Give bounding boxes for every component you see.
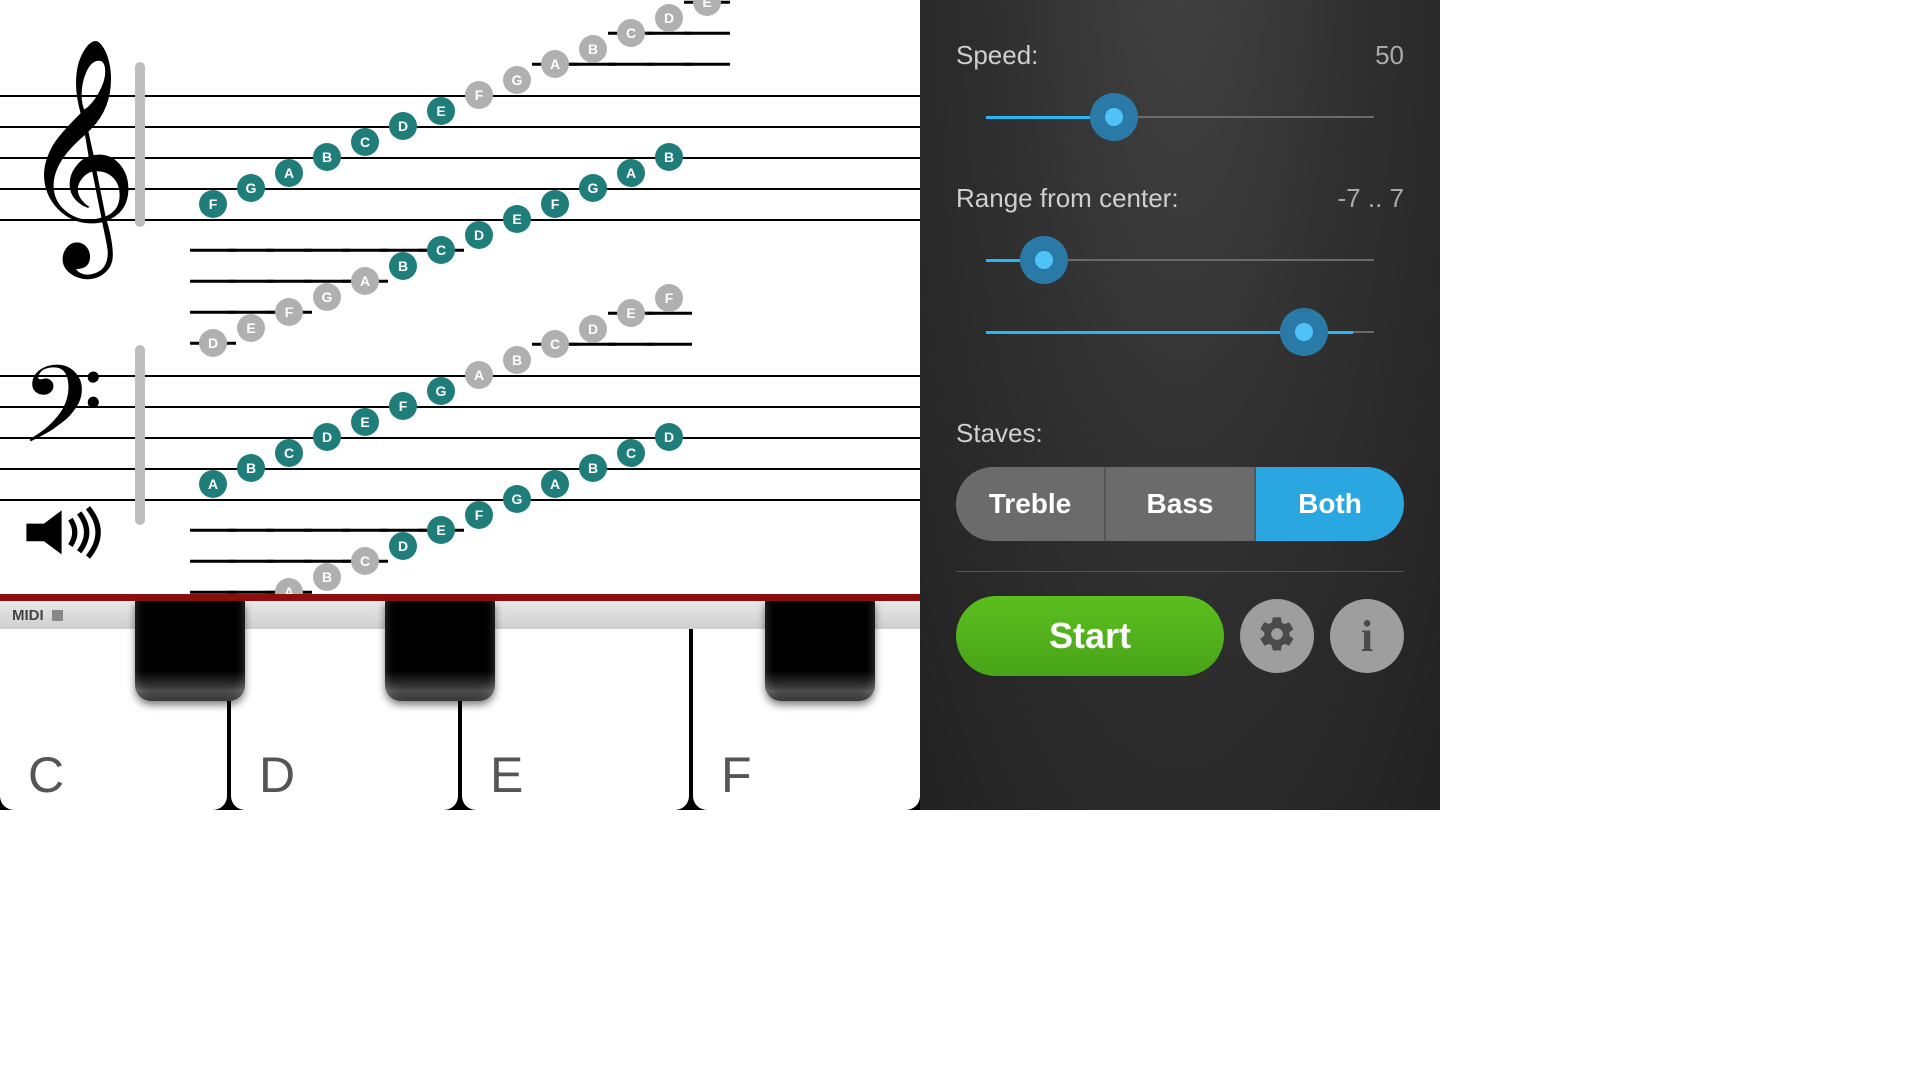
midi-label: MIDI [12, 607, 44, 624]
white-key-e[interactable]: E [462, 629, 689, 810]
note-treble-g: G [503, 66, 531, 94]
note-treble-c: C [351, 128, 379, 156]
note-bass-c: C [351, 547, 379, 575]
note-treble-b: B [389, 252, 417, 280]
note-treble-c: C [427, 236, 455, 264]
note-bass-b: B [503, 346, 531, 374]
note-treble-b: B [579, 35, 607, 63]
note-treble-e: E [503, 205, 531, 233]
note-bass-g: G [503, 485, 531, 513]
note-treble-e: E [693, 0, 721, 16]
note-bass-c: C [541, 330, 569, 358]
speed-value: 50 [1375, 40, 1404, 71]
keyboard: MIDI C D E F [0, 601, 920, 810]
staves-option-treble[interactable]: Treble [956, 467, 1106, 541]
sound-toggle[interactable] [22, 506, 110, 566]
key-label: D [259, 746, 295, 804]
key-label: C [28, 746, 64, 804]
staves-label: Staves: [956, 418, 1043, 449]
ledger-line [684, 32, 730, 35]
ledger-line [646, 343, 692, 346]
note-treble-c: C [617, 19, 645, 47]
panel-separator [956, 571, 1404, 572]
staff-barline [135, 345, 145, 525]
note-treble-d: D [465, 221, 493, 249]
staff-barline [135, 62, 145, 227]
settings-button[interactable] [1240, 599, 1314, 673]
note-treble-g: G [237, 174, 265, 202]
note-bass-g: G [427, 377, 455, 405]
speed-slider-thumb[interactable] [1090, 93, 1138, 141]
note-bass-d: D [655, 423, 683, 451]
speed-slider[interactable] [956, 91, 1404, 143]
bass-clef-icon: 𝄢 [20, 355, 104, 485]
ledger-line [684, 63, 730, 66]
gear-icon [1257, 614, 1297, 659]
staves-option-both[interactable]: Both [1256, 467, 1404, 541]
note-bass-f: F [465, 501, 493, 529]
staves-option-bass[interactable]: Bass [1106, 467, 1256, 541]
note-treble-g: G [313, 283, 341, 311]
settings-panel: Speed: 50 Range from center: -7 .. 7 Sta… [920, 0, 1440, 810]
note-bass-b: B [313, 563, 341, 591]
note-treble-a: A [541, 50, 569, 78]
note-bass-a: A [541, 470, 569, 498]
note-treble-d: D [199, 329, 227, 357]
info-icon: i [1361, 611, 1373, 662]
key-label: F [721, 746, 752, 804]
note-treble-a: A [351, 267, 379, 295]
black-key-d-sharp[interactable] [385, 601, 495, 701]
note-bass-a: A [465, 361, 493, 389]
note-bass-c: C [617, 439, 645, 467]
note-treble-f: F [465, 81, 493, 109]
note-treble-f: F [199, 190, 227, 218]
note-treble-a: A [617, 159, 645, 187]
note-treble-b: B [313, 143, 341, 171]
speaker-icon [22, 506, 110, 559]
note-treble-a: A [275, 159, 303, 187]
start-button[interactable]: Start [956, 596, 1224, 676]
note-bass-e: E [617, 299, 645, 327]
note-treble-e: E [427, 97, 455, 125]
note-bass-a: A [199, 470, 227, 498]
treble-clef-icon: 𝄞 [20, 55, 138, 255]
note-bass-f: F [655, 284, 683, 312]
note-treble-d: D [655, 4, 683, 32]
range-high-thumb[interactable] [1280, 308, 1328, 356]
note-bass-b: B [579, 454, 607, 482]
note-bass-f: F [389, 392, 417, 420]
note-bass-d: D [389, 532, 417, 560]
note-treble-b: B [655, 143, 683, 171]
note-treble-f: F [275, 298, 303, 326]
range-label: Range from center: [956, 183, 1179, 214]
keyboard-divider [0, 594, 920, 601]
note-bass-d: D [579, 315, 607, 343]
speed-label: Speed: [956, 40, 1038, 71]
note-treble-g: G [579, 174, 607, 202]
note-treble-d: D [389, 112, 417, 140]
note-bass-b: B [237, 454, 265, 482]
range-high-slider[interactable] [956, 306, 1404, 358]
staves-segmented: TrebleBassBoth [956, 467, 1404, 541]
range-value: -7 .. 7 [1338, 183, 1404, 214]
midi-led-icon [52, 610, 63, 621]
note-bass-c: C [275, 439, 303, 467]
range-low-thumb[interactable] [1020, 236, 1068, 284]
key-label: E [490, 746, 523, 804]
info-button[interactable]: i [1330, 599, 1404, 673]
range-low-slider[interactable] [956, 234, 1404, 286]
start-button-label: Start [1049, 615, 1131, 657]
ledger-line [646, 312, 692, 315]
staff-stage: 𝄞𝄢 FGABCDEFGABCDEDEFGABCDEFGABABCDEFGABC… [0, 0, 920, 810]
note-treble-f: F [541, 190, 569, 218]
note-treble-e: E [237, 314, 265, 342]
note-bass-e: E [427, 516, 455, 544]
staves-area: 𝄞𝄢 FGABCDEFGABCDEDEFGABCDEFGABABCDEFGABC… [0, 0, 920, 595]
black-key-c-sharp[interactable] [135, 601, 245, 701]
note-bass-e: E [351, 408, 379, 436]
note-bass-d: D [313, 423, 341, 451]
black-key-f-sharp[interactable] [765, 601, 875, 701]
